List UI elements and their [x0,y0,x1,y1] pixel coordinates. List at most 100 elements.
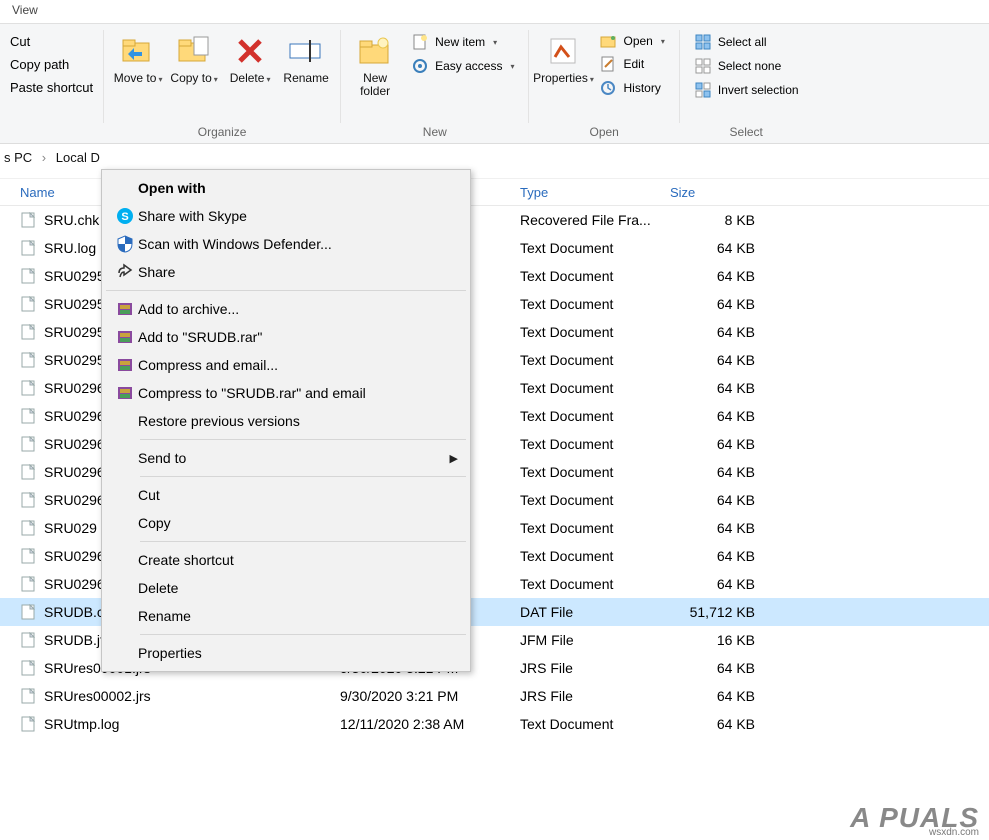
ctx-skype[interactable]: S Share with Skype [104,202,468,230]
ctx-share[interactable]: Share [104,258,468,286]
watermark-url: wsxdn.com [929,827,979,838]
file-icon [20,324,36,340]
folder-copy-icon [176,32,212,70]
winrar-icon [112,300,138,318]
new-item-button[interactable]: New item▾ [407,32,518,52]
cut-button[interactable]: Cut [10,34,93,49]
breadcrumb-bar[interactable]: s PC › Local D [0,144,989,170]
file-type: Text Document [520,324,670,340]
new-group-title: New [347,125,522,143]
ctx-add-archive[interactable]: Add to archive... [104,295,468,323]
file-name: SRUtmp.log [44,716,119,732]
ctx-open-with[interactable]: Open with [104,174,468,202]
invert-selection-button[interactable]: Invert selection [690,80,803,100]
breadcrumb-local[interactable]: Local D [56,150,100,165]
paste-shortcut-button[interactable]: Paste shortcut [10,80,93,95]
file-size: 64 KB [670,268,765,284]
breadcrumb-root[interactable]: s PC [4,150,32,165]
easy-access-button[interactable]: Easy access▾ [407,56,518,76]
submenu-arrow-icon: ▶ [450,452,458,465]
file-size: 64 KB [670,324,765,340]
ctx-defender[interactable]: Scan with Windows Defender... [104,230,468,258]
delete-button[interactable]: Delete▾ [222,28,278,125]
ctx-restore[interactable]: Restore previous versions [104,407,468,435]
file-size: 64 KB [670,716,765,732]
move-to-button[interactable]: Move to▾ [110,28,166,125]
file-type: Text Document [520,520,670,536]
file-name: SRU0295 [44,352,105,368]
file-icon [20,268,36,284]
file-type: Text Document [520,296,670,312]
file-type: Text Document [520,464,670,480]
file-type: Text Document [520,492,670,508]
file-size: 64 KB [670,688,765,704]
copy-path-button[interactable]: Copy path [10,57,93,72]
ctx-compress-rar-email[interactable]: Compress to "SRUDB.rar" and email [104,379,468,407]
new-folder-button[interactable]: New folder [347,28,403,125]
file-type: Text Document [520,268,670,284]
file-size: 16 KB [670,632,765,648]
properties-button[interactable]: Properties▾ [535,28,591,125]
copy-to-button[interactable]: Copy to▾ [166,28,222,125]
file-name: SRU.log [44,240,96,256]
file-icon [20,604,36,620]
file-name: SRU0296 [44,380,105,396]
file-size: 64 KB [670,464,765,480]
file-type: Recovered File Fra... [520,212,670,228]
file-icon [20,576,36,592]
file-icon [20,688,36,704]
skype-icon: S [112,207,138,225]
file-type: Text Document [520,380,670,396]
file-type: Text Document [520,352,670,368]
select-none-button[interactable]: Select none [690,56,803,76]
file-name: SRU0296 [44,492,105,508]
ctx-rename[interactable]: Rename [104,602,468,630]
context-menu: Open with S Share with Skype Scan with W… [101,169,471,672]
ctx-cut[interactable]: Cut [104,481,468,509]
file-icon [20,492,36,508]
ctx-copy[interactable]: Copy [104,509,468,537]
select-all-button[interactable]: Select all [690,32,803,52]
col-size[interactable]: Size [670,185,765,200]
share-icon [112,263,138,281]
ctx-add-rar[interactable]: Add to "SRUDB.rar" [104,323,468,351]
easy-access-icon [411,58,429,74]
file-type: Text Document [520,576,670,592]
view-tab[interactable]: View [0,0,50,23]
ctx-create-shortcut[interactable]: Create shortcut [104,546,468,574]
shield-icon [112,235,138,253]
file-size: 64 KB [670,548,765,564]
ctx-delete[interactable]: Delete [104,574,468,602]
edit-icon [599,56,617,72]
file-size: 64 KB [670,240,765,256]
select-none-icon [694,58,712,74]
file-icon [20,660,36,676]
table-row[interactable]: SRUres00002.jrs9/30/2020 3:21 PMJRS File… [0,682,989,710]
ctx-send-to[interactable]: Send to ▶ [104,444,468,472]
winrar-icon [112,384,138,402]
file-name: SRUDB.c [44,604,104,620]
file-type: Text Document [520,548,670,564]
file-size: 64 KB [670,352,765,368]
ctx-compress-email[interactable]: Compress and email... [104,351,468,379]
file-type: Text Document [520,240,670,256]
rename-icon [288,32,324,70]
col-type[interactable]: Type [520,185,670,200]
file-type: DAT File [520,604,670,620]
table-row[interactable]: SRUtmp.log12/11/2020 2:38 AMText Documen… [0,710,989,738]
file-type: Text Document [520,408,670,424]
file-type: Text Document [520,436,670,452]
open-folder-icon [599,34,617,48]
file-icon [20,436,36,452]
history-button[interactable]: History [595,78,668,98]
svg-text:S: S [121,211,128,223]
open-button[interactable]: Open▾ [595,32,668,50]
file-size: 51,712 KB [670,604,765,620]
rename-button[interactable]: Rename [278,28,334,125]
ctx-properties[interactable]: Properties [104,639,468,667]
file-name: SRU0296 [44,436,105,452]
edit-button[interactable]: Edit [595,54,668,74]
file-type: JRS File [520,660,670,676]
file-name: SRU0296 [44,408,105,424]
properties-icon [547,32,579,70]
